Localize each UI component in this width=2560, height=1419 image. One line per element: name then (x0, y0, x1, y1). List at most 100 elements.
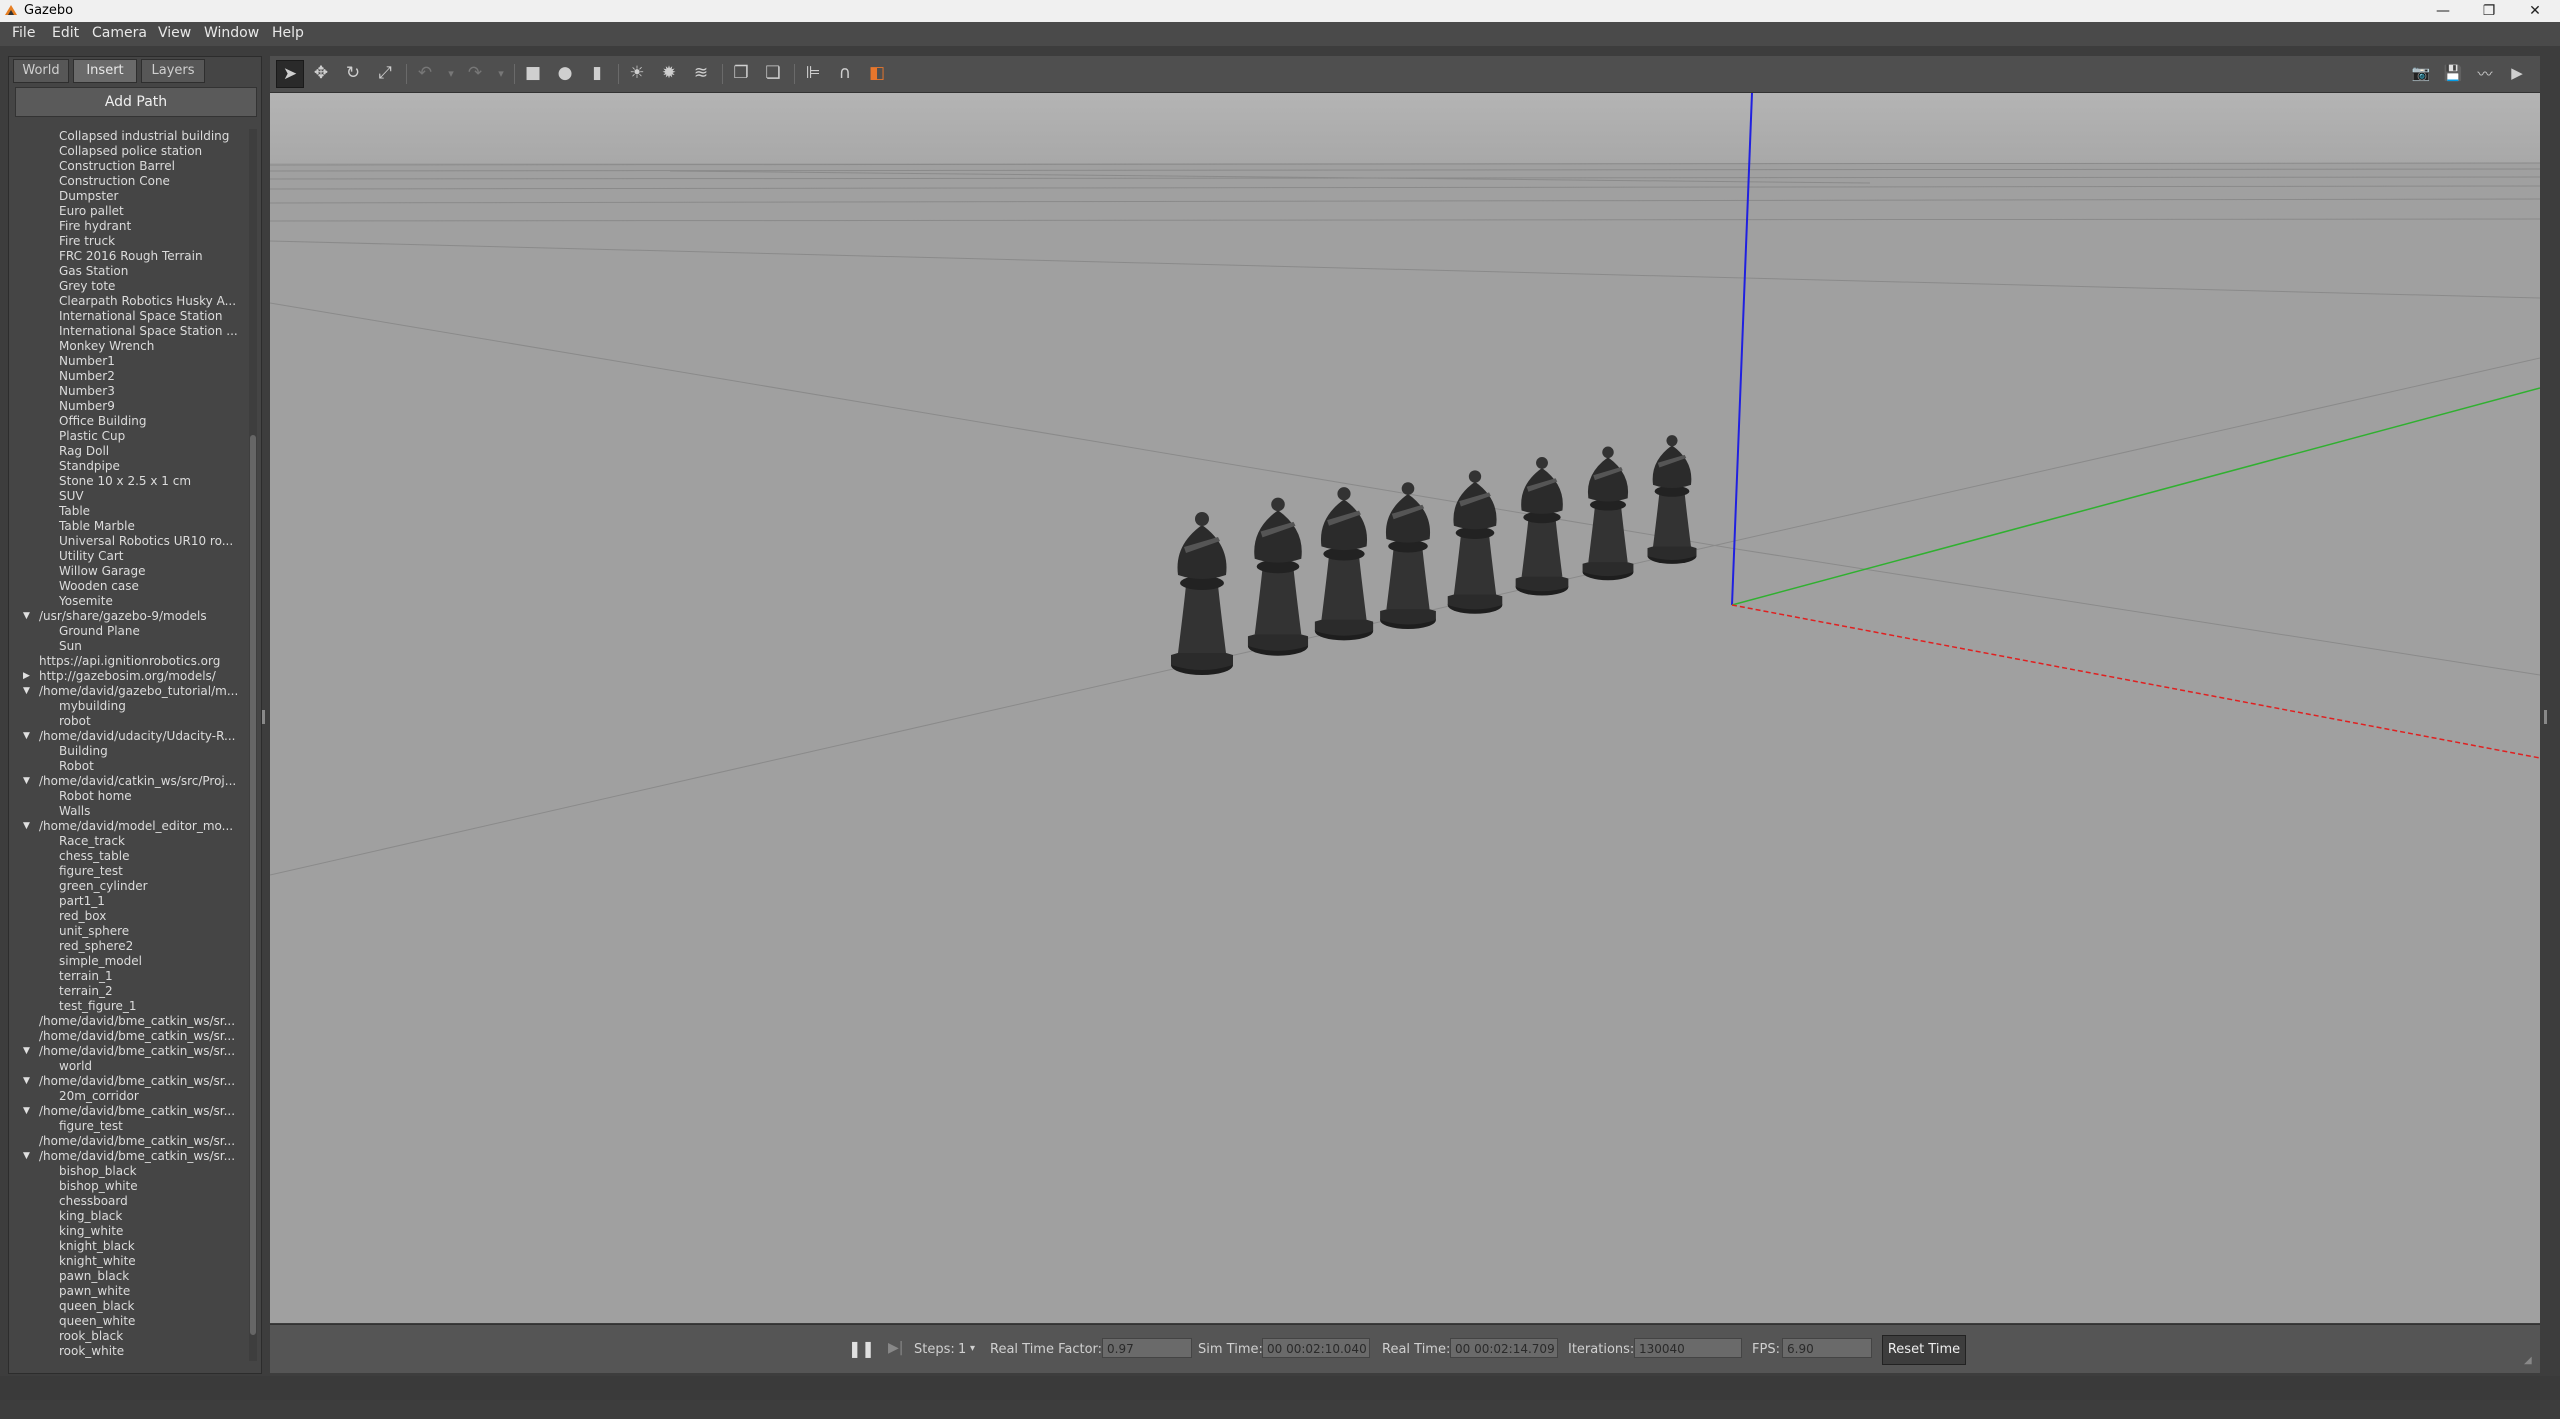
expand-down-icon[interactable]: ▼ (23, 1044, 30, 1059)
menu-edit[interactable]: Edit (52, 25, 79, 41)
model-list-item[interactable]: red_box (13, 909, 106, 924)
model-list-item[interactable]: figure_test (13, 1119, 123, 1134)
steps-dropdown-icon[interactable]: ▾ (970, 1343, 975, 1354)
model-list-item[interactable]: chess_table (13, 849, 129, 864)
model-list-item[interactable]: Fire truck (13, 234, 115, 249)
model-list-item[interactable]: International Space Station ... (13, 324, 238, 339)
model-list-item[interactable]: Walls (13, 804, 90, 819)
model-list-item[interactable]: Number3 (13, 384, 115, 399)
model-list-item[interactable]: Office Building (13, 414, 147, 429)
tab-world[interactable]: World (13, 59, 69, 83)
select-mode-icon[interactable]: ➤ (276, 60, 304, 88)
model-list-item[interactable]: pawn_white (13, 1284, 130, 1299)
redo-history-icon[interactable]: ▾ (494, 60, 508, 86)
model-list-item[interactable]: king_white (13, 1224, 123, 1239)
model-path-group[interactable]: /home/david/bme_catkin_ws/sr... (13, 1134, 235, 1149)
snap-icon[interactable]: ∩ (832, 60, 858, 86)
model-list-item[interactable]: green_cylinder (13, 879, 148, 894)
model-list-item[interactable]: Robot home (13, 789, 132, 804)
model-list-item[interactable]: bishop_white (13, 1179, 138, 1194)
model-list-item[interactable]: Number2 (13, 369, 115, 384)
model-path-group[interactable]: ▼ /usr/share/gazebo-9/models (13, 609, 207, 624)
cylinder-shape-icon[interactable]: ▮ (584, 60, 610, 86)
model-list-item[interactable]: terrain_2 (13, 984, 113, 999)
model-list-item[interactable]: knight_black (13, 1239, 135, 1254)
align-icon[interactable]: ⊫ (800, 60, 826, 86)
model-list-item[interactable]: king_black (13, 1209, 122, 1224)
directional-light-icon[interactable]: ≋ (688, 60, 714, 86)
model-list-item[interactable]: pawn_black (13, 1269, 129, 1284)
reset-time-button[interactable]: Reset Time (1882, 1335, 1966, 1365)
model-list-item[interactable]: Rag Doll (13, 444, 109, 459)
screenshot-icon[interactable]: 📷 (2408, 60, 2434, 86)
model-list-item[interactable]: Number9 (13, 399, 115, 414)
paste-icon[interactable]: ❏ (760, 60, 786, 86)
expand-down-icon[interactable]: ▼ (23, 609, 30, 624)
expand-down-icon[interactable]: ▼ (23, 774, 30, 789)
model-list-item[interactable]: Standpipe (13, 459, 120, 474)
model-list-item[interactable]: rook_black (13, 1329, 123, 1344)
model-list-item[interactable]: queen_white (13, 1314, 135, 1329)
model-list-item[interactable]: International Space Station (13, 309, 222, 324)
minimize-button[interactable]: — (2420, 0, 2466, 22)
left-splitter-handle[interactable] (262, 710, 265, 724)
model-list-item[interactable]: Plastic Cup (13, 429, 125, 444)
model-path-group[interactable]: ▼ /home/david/bme_catkin_ws/sr... (13, 1074, 235, 1089)
model-list[interactable]: Collapsed industrial building Collapsed p… (13, 129, 245, 1419)
model-path-group[interactable]: https://api.ignitionrobotics.org (13, 654, 220, 669)
model-list-item[interactable]: queen_black (13, 1299, 134, 1314)
model-path-group[interactable]: ▼ /home/david/catkin_ws/src/Proj... (13, 774, 236, 789)
model-path-group[interactable]: ▶ http://gazebosim.org/models/ (13, 669, 216, 684)
menu-camera[interactable]: Camera (92, 25, 147, 41)
expand-down-icon[interactable]: ▼ (23, 1149, 30, 1164)
model-list-item[interactable]: Table Marble (13, 519, 135, 534)
model-path-group[interactable]: ▼ /home/david/bme_catkin_ws/sr... (13, 1044, 235, 1059)
model-list-item[interactable]: 20m_corridor (13, 1089, 139, 1104)
model-list-item[interactable]: SUV (13, 489, 84, 504)
close-button[interactable]: ✕ (2512, 0, 2558, 22)
model-list-item[interactable]: Construction Cone (13, 174, 170, 189)
model-list-item[interactable]: Dumpster (13, 189, 118, 204)
pause-button[interactable]: ❚❚ (848, 1339, 875, 1358)
model-path-group[interactable]: ▼ /home/david/bme_catkin_ws/sr... (13, 1149, 235, 1164)
restore-button[interactable]: ❐ (2466, 0, 2512, 22)
menu-help[interactable]: Help (272, 25, 304, 41)
model-list-item[interactable]: Fire hydrant (13, 219, 131, 234)
model-path-group[interactable]: /home/david/bme_catkin_ws/sr... (13, 1014, 235, 1029)
expand-down-icon[interactable]: ▼ (23, 1104, 30, 1119)
tab-layers[interactable]: Layers (141, 59, 205, 83)
model-list-item[interactable]: Collapsed industrial building (13, 129, 229, 144)
menu-window[interactable]: Window (204, 25, 259, 41)
add-path-button[interactable]: Add Path (15, 87, 257, 117)
plot-icon[interactable]: 〰 (2472, 60, 2498, 86)
menu-view[interactable]: View (158, 25, 191, 41)
tab-insert[interactable]: Insert (73, 59, 137, 83)
undo-history-icon[interactable]: ▾ (444, 60, 458, 86)
model-list-item[interactable]: Gas Station (13, 264, 128, 279)
menu-file[interactable]: File (12, 25, 35, 41)
model-list-item[interactable]: Clearpath Robotics Husky A... (13, 294, 236, 309)
model-list-item[interactable]: chessboard (13, 1194, 128, 1209)
expand-right-icon[interactable]: ▶ (23, 669, 30, 684)
model-list-item[interactable]: Wooden case (13, 579, 139, 594)
model-list-item[interactable]: knight_white (13, 1254, 136, 1269)
model-path-group[interactable]: ▼ /home/david/udacity/Udacity-R... (13, 729, 236, 744)
box-shape-icon[interactable]: ■ (520, 60, 546, 86)
model-list-item[interactable]: world (13, 1059, 92, 1074)
model-path-group[interactable]: ▼ /home/david/gazebo_tutorial/m... (13, 684, 238, 699)
model-list-item[interactable]: bishop_black (13, 1164, 137, 1179)
model-list-item[interactable]: Building (13, 744, 108, 759)
model-list-item[interactable]: Robot (13, 759, 94, 774)
model-list-item[interactable]: Universal Robotics UR10 ro... (13, 534, 233, 549)
model-list-item[interactable]: Sun (13, 639, 82, 654)
model-list-item[interactable]: unit_sphere (13, 924, 129, 939)
spot-light-icon[interactable]: ✹ (656, 60, 682, 86)
model-list-item[interactable]: Race_track (13, 834, 125, 849)
expand-down-icon[interactable]: ▼ (23, 1074, 30, 1089)
scrollbar-thumb[interactable] (250, 435, 256, 1335)
undo-icon[interactable]: ↶ (412, 60, 438, 86)
model-list-item[interactable]: robot (13, 714, 91, 729)
model-list-item[interactable]: Grey tote (13, 279, 115, 294)
model-list-item[interactable]: Construction Barrel (13, 159, 175, 174)
log-data-icon[interactable]: 💾 (2440, 60, 2466, 86)
